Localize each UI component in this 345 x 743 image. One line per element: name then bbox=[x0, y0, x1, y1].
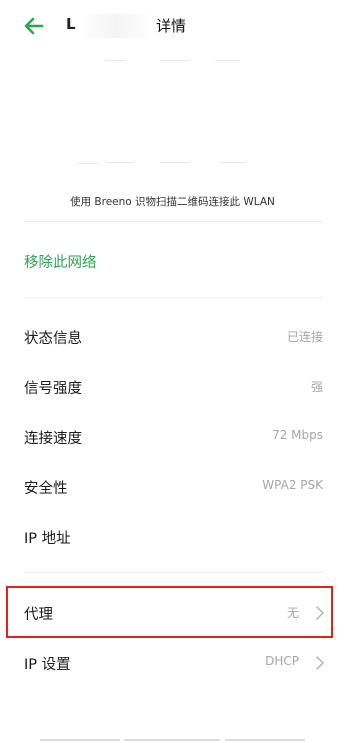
row-ip-address: IP 地址 bbox=[0, 517, 345, 557]
arrow-left-icon bbox=[24, 17, 44, 35]
row-value: WPA2 PSK bbox=[262, 478, 323, 492]
row-label: 安全性 bbox=[24, 481, 68, 497]
bottom-bar-segment bbox=[40, 739, 120, 741]
qr-caption: 使用 Breeno 识物扫描二维码连接此 WLAN bbox=[70, 196, 275, 208]
row-value: 强 bbox=[310, 380, 323, 394]
row-label: 信号强度 bbox=[24, 381, 82, 397]
row-value: 72 Mbps bbox=[272, 428, 323, 442]
row-value: DHCP bbox=[265, 654, 299, 668]
bottom-bar-segment bbox=[124, 739, 220, 741]
back-button[interactable] bbox=[22, 14, 46, 38]
remove-network-button[interactable]: 移除此网络 bbox=[24, 251, 97, 272]
highlight-annotation-box bbox=[6, 586, 333, 638]
bottom-bar-segment bbox=[225, 739, 305, 741]
row-signal: 信号强度 强 bbox=[0, 367, 345, 407]
qr-code-area bbox=[0, 50, 345, 180]
row-label: 连接速度 bbox=[24, 431, 82, 447]
row-label: IP 设置 bbox=[24, 657, 71, 673]
page-title: 详情 bbox=[156, 17, 187, 35]
divider bbox=[24, 297, 322, 298]
chevron-right-icon bbox=[316, 656, 324, 670]
page-title-lead: L bbox=[66, 15, 76, 33]
qr-fragment bbox=[78, 163, 98, 164]
row-label: 状态信息 bbox=[24, 331, 82, 347]
qr-fragment bbox=[105, 60, 125, 61]
row-status: 状态信息 已连接 bbox=[0, 317, 345, 357]
row-label: IP 地址 bbox=[24, 531, 71, 547]
blurred-network-name bbox=[80, 14, 152, 38]
row-security: 安全性 WPA2 PSK bbox=[0, 467, 345, 507]
divider bbox=[24, 221, 322, 222]
qr-fragment bbox=[220, 162, 246, 163]
qr-fragment bbox=[215, 60, 240, 61]
row-value: 已连接 bbox=[286, 330, 323, 344]
row-speed: 连接速度 72 Mbps bbox=[0, 417, 345, 457]
header-bar: L 详情 bbox=[0, 0, 345, 50]
qr-fragment bbox=[106, 162, 134, 163]
qr-fragment bbox=[160, 60, 190, 61]
row-ip-settings[interactable]: IP 设置 DHCP bbox=[0, 643, 345, 683]
divider bbox=[24, 572, 322, 573]
qr-fragment bbox=[160, 162, 190, 163]
